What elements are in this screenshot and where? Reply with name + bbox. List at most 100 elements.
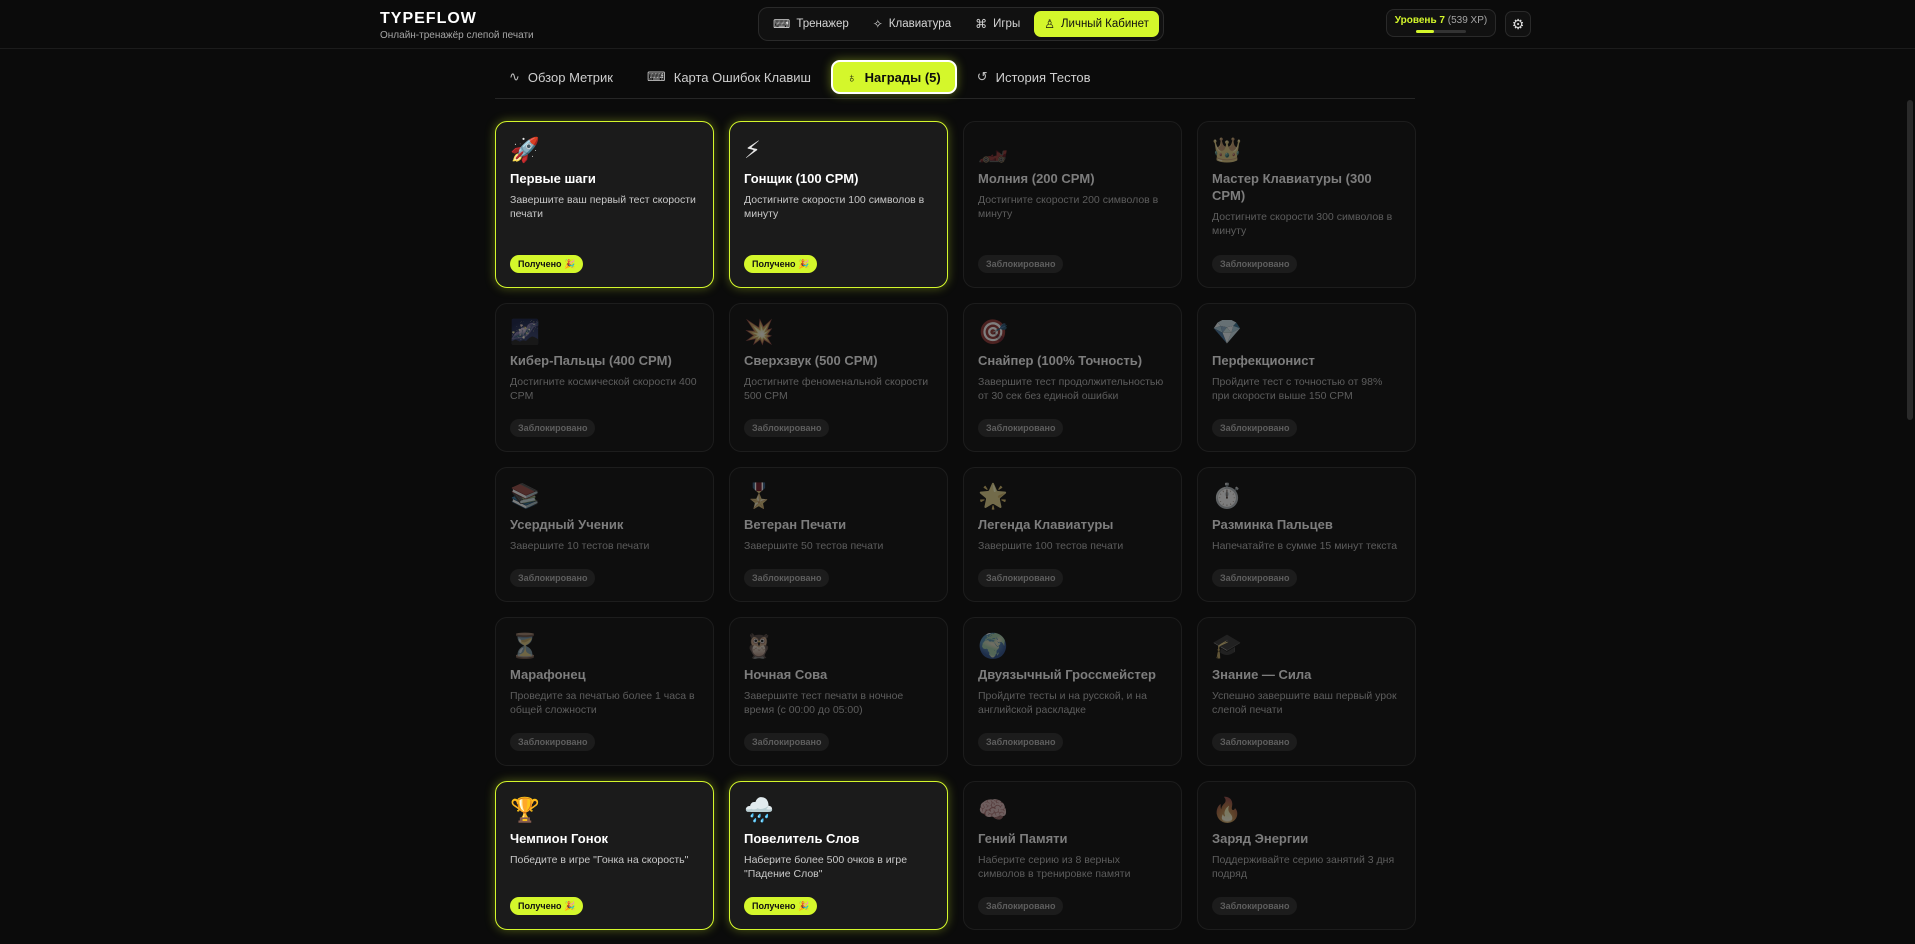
- achievement-icon: 🎖️: [744, 483, 774, 510]
- achievement-title: Ветеран Печати: [744, 517, 847, 532]
- achievement-title: Разминка Пальцев: [1212, 517, 1333, 532]
- nav-trainer[interactable]: ⌨ Тренажер: [763, 11, 859, 37]
- achievement-description: Завершите 50 тестов печати: [744, 540, 884, 552]
- locked-badge: Заблокировано: [1212, 897, 1298, 915]
- achievement-description: Завершите ваш первый тест скорости печат…: [510, 194, 696, 220]
- achievement-card: 🌧️ Повелитель Слов Наберите более 500 очко…: [729, 781, 948, 930]
- main-nav: ⌨ Тренажер ✧ Клавиатура ⌘ Игры ♙ Личный …: [758, 7, 1164, 41]
- locked-badge: Заблокировано: [978, 255, 1064, 273]
- achievement-icon: ⏱️: [1212, 483, 1242, 510]
- keyboard-icon: ⌨: [773, 17, 791, 31]
- level-xp: (539 XP): [1447, 15, 1488, 26]
- achievement-icon: 💥: [744, 319, 774, 346]
- locked-badge: Заблокировано: [1212, 255, 1298, 273]
- level-progress-fill: [1416, 30, 1434, 33]
- app-subtitle: Онлайн-тренажёр слепой печати: [380, 30, 534, 41]
- achievement-icon: 🏆: [510, 797, 540, 824]
- achievement-card: ⏳ Марафонец Проведите за печатью более 1 ч…: [495, 617, 714, 766]
- locked-badge: Заблокировано: [978, 897, 1064, 915]
- locked-badge: Заблокировано: [744, 419, 830, 437]
- achievement-icon: ⚡: [744, 137, 761, 164]
- achievement-card: 🌟 Легенда Клавиатуры Завершите 100 тестов …: [963, 467, 1182, 602]
- nav-keyboard-label: Клавиатура: [888, 18, 952, 30]
- settings-button[interactable]: ⚙: [1505, 11, 1531, 37]
- locked-badge: Заблокировано: [978, 419, 1064, 437]
- top-header: TYPEFLOW Онлайн-тренажёр слепой печати ⌨…: [0, 0, 1915, 49]
- tab-key-errors[interactable]: ⌨ Карта Ошибок Клавиш: [633, 60, 825, 94]
- scrollbar-thumb[interactable]: [1907, 100, 1913, 420]
- activity-icon: ∿: [509, 69, 520, 84]
- achievement-title: Чемпион Гонок: [510, 831, 609, 846]
- achievement-icon: 🌟: [978, 483, 1008, 510]
- profile-tabs: ∿ Обзор Метрик ⌨ Карта Ошибок Клавиш ♁ Н…: [495, 56, 1415, 99]
- earned-badge: Получено 🎉: [744, 255, 818, 273]
- achievement-card: 👑 Мастер Клавиатуры (300 CPM) Достигните с…: [1197, 121, 1416, 288]
- achievement-icon: 🧠: [978, 797, 1008, 824]
- achievement-card: 🎓 Знание — Сила Успешно завершите ваш перв…: [1197, 617, 1416, 766]
- nav-profile-label: Личный Кабинет: [1060, 18, 1149, 30]
- achievement-card: 📚 Усердный Ученик Завершите 10 тестов печа…: [495, 467, 714, 602]
- logo[interactable]: TYPEFLOW Онлайн-тренажёр слепой печати: [380, 10, 534, 41]
- locked-badge: Заблокировано: [510, 569, 596, 587]
- achievement-description: Достигните скорости 100 символов в минут…: [744, 194, 925, 220]
- gamepad-icon: ⌘: [975, 17, 988, 31]
- nav-games-label: Игры: [993, 18, 1021, 30]
- earned-badge: Получено 🎉: [744, 897, 818, 915]
- nav-keyboard[interactable]: ✧ Клавиатура: [863, 11, 961, 37]
- achievement-description: Достигните скорости 300 символов в минут…: [1212, 211, 1393, 237]
- award-icon: ♁: [846, 69, 857, 85]
- level-indicator[interactable]: Уровень 7 (539 XP): [1386, 9, 1496, 37]
- tab-history[interactable]: ↺ История Тестов: [963, 60, 1105, 94]
- achievement-card: 🦉 Ночная Сова Завершите тест печати в ночн…: [729, 617, 948, 766]
- achievement-card: 🚀 Первые шаги Завершите ваш первый тест ск…: [495, 121, 714, 288]
- achievement-title: Первые шаги: [510, 171, 596, 186]
- locked-badge: Заблокировано: [744, 733, 830, 751]
- level-progress-bar: [1416, 30, 1466, 33]
- achievement-icon: 📚: [510, 483, 540, 510]
- locked-badge: Заблокировано: [978, 733, 1064, 751]
- locked-badge: Заблокировано: [1212, 419, 1298, 437]
- achievement-description: Завершите тест печати в ночное время (с …: [744, 690, 904, 716]
- locked-badge: Заблокировано: [1212, 733, 1298, 751]
- achievement-card: ⚡ Гонщик (100 CPM) Достигните скорости 100…: [729, 121, 948, 288]
- achievement-title: Усердный Ученик: [510, 517, 624, 532]
- achievement-description: Проведите за печатью более 1 часа в обще…: [510, 690, 695, 716]
- achievement-title: Гений Памяти: [978, 831, 1068, 846]
- achievement-icon: 🎯: [978, 319, 1008, 346]
- achievement-title: Двуязычный Гроссмейстер: [978, 667, 1156, 682]
- achievement-description: Победите в игре "Гонка на скорость": [510, 854, 689, 866]
- achievement-icon: 💎: [1212, 319, 1242, 346]
- tab-history-label: История Тестов: [995, 69, 1091, 85]
- achievement-icon: 🌍: [978, 633, 1008, 660]
- nav-games[interactable]: ⌘ Игры: [965, 11, 1030, 37]
- achievement-title: Кибер-Пальцы (400 CPM): [510, 353, 672, 368]
- locked-badge: Заблокировано: [510, 419, 596, 437]
- achievement-card: 🏎️ Молния (200 CPM) Достигните скорости 20…: [963, 121, 1182, 288]
- achievement-icon: 🦉: [744, 633, 774, 660]
- achievement-icon: 🔥: [1212, 797, 1242, 824]
- achievement-card: 🎖️ Ветеран Печати Завершите 50 тестов печа…: [729, 467, 948, 602]
- achievement-icon: 🌧️: [744, 797, 774, 824]
- achievement-card: 🔥 Заряд Энергии Поддерживайте серию заняти…: [1197, 781, 1416, 930]
- achievement-card: 🧠 Гений Памяти Наберите серию из 8 верных …: [963, 781, 1182, 930]
- achievement-title: Легенда Клавиатуры: [978, 517, 1114, 532]
- gear-icon: ⚙: [1511, 15, 1525, 32]
- nav-trainer-label: Тренажер: [796, 18, 849, 30]
- tab-awards[interactable]: ♁ Награды (5): [830, 60, 957, 94]
- scrollbar[interactable]: [1907, 100, 1913, 880]
- nav-profile[interactable]: ♙ Личный Кабинет: [1034, 11, 1159, 37]
- keyboard-icon: ⌨: [646, 69, 666, 84]
- achievement-title: Гонщик (100 CPM): [744, 171, 859, 186]
- sparkles-icon: ✧: [872, 17, 883, 31]
- achievement-title: Молния (200 CPM): [978, 171, 1095, 186]
- achievement-icon: 👑: [1212, 137, 1242, 164]
- earned-badge: Получено 🎉: [510, 255, 584, 273]
- locked-badge: Заблокировано: [978, 569, 1064, 587]
- achievement-description: Завершите тест продолжительностью от 30 …: [978, 376, 1164, 402]
- achievement-title: Сверхзвук (500 CPM): [744, 353, 878, 368]
- tab-metrics[interactable]: ∿ Обзор Метрик: [495, 60, 627, 94]
- app-title: TYPEFLOW: [380, 10, 477, 27]
- achievement-icon: ⏳: [510, 633, 540, 660]
- achievement-icon: 🎓: [1212, 633, 1242, 660]
- achievement-card: 🌌 Кибер-Пальцы (400 CPM) Достигните космич…: [495, 303, 714, 452]
